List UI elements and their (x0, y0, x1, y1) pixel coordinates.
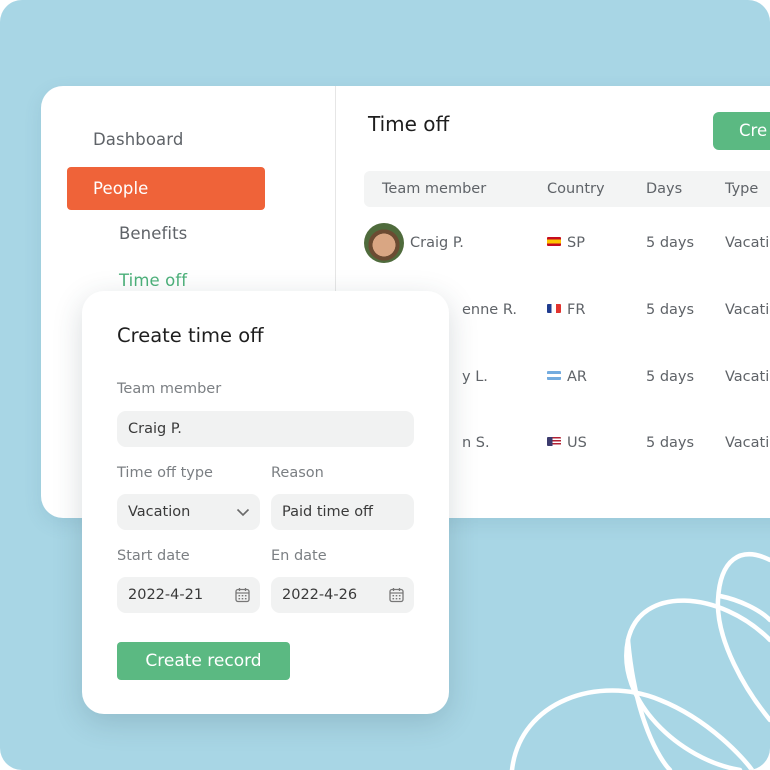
team-member-field[interactable]: Craig P. (117, 411, 414, 447)
country-cell: US (547, 421, 587, 465)
days-cell: 5 days (646, 369, 695, 385)
sidebar-item-benefits[interactable]: Benefits (119, 224, 187, 243)
country-code: AR (567, 369, 587, 385)
country-code: US (567, 435, 587, 451)
time-off-type-value: Vacation (128, 504, 191, 520)
reason-field[interactable]: Paid time off (271, 494, 414, 530)
country-code: FR (567, 302, 586, 318)
type-cell: Vacati (725, 435, 770, 451)
sidebar-item-dashboard[interactable]: Dashboard (93, 130, 183, 149)
end-date-label: En date (271, 548, 327, 564)
days-cell: 5 days (646, 435, 695, 451)
member-name: Craig P. (410, 235, 464, 251)
france-flag-icon (547, 304, 561, 313)
column-header-country[interactable]: Country (547, 171, 605, 207)
reason-label: Reason (271, 465, 324, 481)
create-time-off-dialog: Create time off Team member Craig P. Tim… (82, 291, 449, 714)
start-date-label: Start date (117, 548, 190, 564)
country-code: SP (567, 235, 585, 251)
member-name: y L. (462, 369, 488, 385)
table-header: Team member Country Days Type (364, 171, 770, 207)
reason-value: Paid time off (282, 504, 374, 520)
country-cell: AR (547, 355, 587, 399)
create-button[interactable]: Cre (713, 112, 770, 150)
calendar-icon[interactable] (235, 577, 250, 613)
page-title: Time off (368, 112, 450, 136)
spain-flag-icon (547, 237, 561, 246)
end-date-field[interactable]: 2022-4-26 (271, 577, 414, 613)
create-record-button[interactable]: Create record (117, 642, 290, 680)
days-cell: 5 days (646, 302, 695, 318)
start-date-field[interactable]: 2022-4-21 (117, 577, 260, 613)
type-cell: Vacati (725, 235, 770, 251)
usa-flag-icon (547, 437, 561, 446)
member-name: n S. (462, 435, 490, 451)
type-cell: Vacati (725, 369, 770, 385)
end-date-value: 2022-4-26 (282, 587, 358, 603)
days-cell: 5 days (646, 235, 695, 251)
start-date-value: 2022-4-21 (128, 587, 204, 603)
avatar (364, 223, 404, 263)
argentina-flag-icon (547, 371, 561, 380)
chevron-down-icon (236, 494, 250, 530)
type-cell: Vacati (725, 302, 770, 318)
sidebar-item-people[interactable]: People (67, 167, 265, 210)
member-name: enne R. (462, 302, 517, 318)
column-header-days[interactable]: Days (646, 171, 682, 207)
column-header-team-member[interactable]: Team member (382, 171, 486, 207)
dialog-title: Create time off (117, 324, 264, 347)
country-cell: SP (547, 221, 585, 265)
team-member-value: Craig P. (128, 421, 182, 437)
sidebar-item-time-off[interactable]: Time off (119, 271, 187, 290)
calendar-icon[interactable] (389, 577, 404, 613)
country-cell: FR (547, 288, 585, 332)
column-header-type[interactable]: Type (725, 171, 758, 207)
time-off-type-label: Time off type (117, 465, 213, 481)
time-off-type-select[interactable]: Vacation (117, 494, 260, 530)
team-member-label: Team member (117, 381, 222, 397)
table-row[interactable]: Craig P. SP 5 days Vacati (364, 221, 770, 265)
